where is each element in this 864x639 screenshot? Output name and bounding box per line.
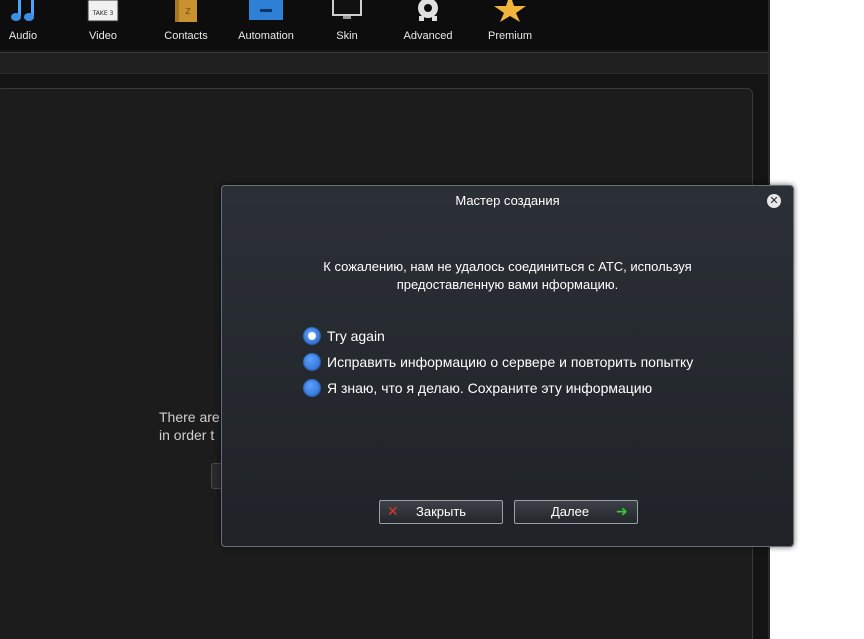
toolbar-premium-label: Premium [487, 30, 532, 42]
music-note-icon [11, 0, 34, 21]
option-label: Я знаю, что я делаю. Сохраните эту инфор… [327, 380, 653, 396]
radio-button[interactable] [303, 379, 321, 397]
toolbar-skin-label: Skin [336, 30, 358, 42]
sub-toolbar [0, 53, 768, 74]
radio-button[interactable] [303, 353, 321, 371]
message-line-2: предоставленную вами нформацию. [396, 277, 619, 292]
dialog-body: Мастер создания ✕ К сожалению, нам не уд… [222, 186, 793, 546]
wizard-dialog: Мастер создания ✕ К сожалению, нам не уд… [221, 185, 794, 547]
radio-button-selected[interactable] [303, 327, 321, 345]
close-x-icon: ✕ [387, 504, 399, 520]
toolbar-video-label: Video [89, 30, 117, 42]
background-message: There are in order t [159, 408, 220, 444]
robot-icon [249, 0, 283, 20]
close-icon[interactable]: ✕ [767, 194, 781, 208]
dialog-message: К сожалению, нам не удалось соединиться … [242, 258, 773, 294]
toolbar-skin[interactable]: Skin [307, 0, 387, 50]
gear-icon [418, 0, 438, 21]
close-button-label: Закрыть [416, 504, 467, 519]
toolbar-automation[interactable]: Automation [226, 0, 306, 50]
close-button[interactable]: ✕ Закрыть [379, 500, 503, 524]
toolbar-advanced-label: Advanced [403, 30, 453, 42]
background-line-1: There are [159, 409, 220, 425]
dialog-title: Мастер создания [455, 193, 560, 208]
toolbar-audio-label: Audio [8, 30, 38, 42]
contacts-letter: Z [185, 7, 191, 16]
option-label: Исправить информацию о сервере и повтори… [327, 354, 694, 370]
address-book-icon: Z [175, 0, 197, 22]
toolbar-contacts-label: Contacts [164, 30, 208, 42]
toolbar-premium[interactable]: Premium [470, 0, 550, 50]
clapperboard-icon: TAKE 3 [87, 0, 119, 22]
toolbar: Audio TAKE 3 Video Z Contacts Automation [0, 0, 768, 50]
message-line-1: К сожалению, нам не удалось соединиться … [323, 259, 692, 274]
option-label: Try again [327, 328, 385, 344]
arrow-right-icon: ➜ [616, 504, 628, 520]
star-icon [494, 0, 526, 22]
toolbar-video[interactable]: TAKE 3 Video [63, 0, 143, 50]
background-line-2: in order t [159, 427, 215, 443]
next-button-label: Далее [551, 504, 590, 519]
toolbar-automation-label: Automation [238, 30, 294, 42]
toolbar-audio[interactable]: Audio [0, 0, 63, 50]
toolbar-advanced[interactable]: Advanced [388, 0, 468, 50]
monitor-icon [332, 0, 362, 19]
next-button[interactable]: Далее ➜ [514, 500, 638, 524]
toolbar-contacts[interactable]: Z Contacts [146, 0, 226, 50]
clapperboard-text: TAKE 3 [92, 10, 114, 17]
